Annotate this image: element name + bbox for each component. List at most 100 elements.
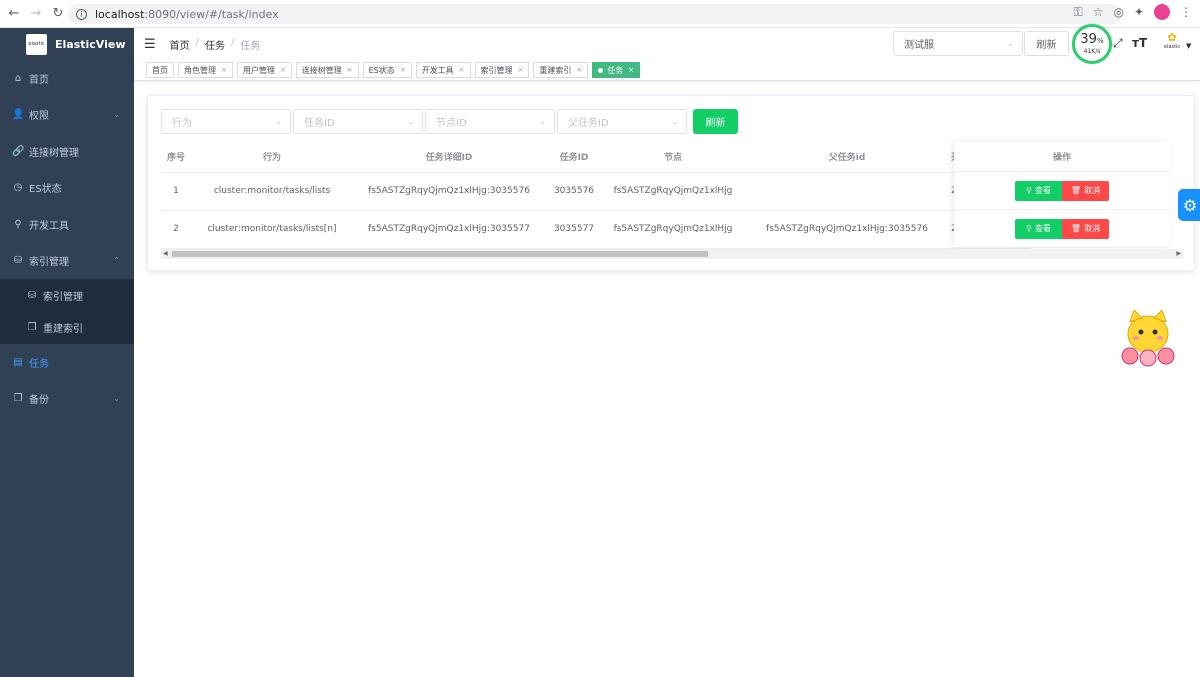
browser-actions: ⚿ ☆ ◎ ✦ ⋮ <box>1074 4 1192 20</box>
copy-icon: ❐ <box>27 322 37 334</box>
tag-item[interactable]: 索引管理 × <box>474 62 530 78</box>
scroll-right-icon[interactable]: ▶ <box>1176 249 1181 259</box>
cell-action: cluster:monitor/tasks/lists <box>191 172 353 211</box>
cell-task-id: 3035577 <box>545 210 603 249</box>
tag-item[interactable]: ES状态 × <box>362 62 412 78</box>
info-icon[interactable]: i <box>76 8 87 20</box>
forward-icon[interactable]: → <box>28 6 44 22</box>
close-icon[interactable]: × <box>459 66 465 74</box>
tag-item[interactable]: 任务 × <box>592 62 641 78</box>
sidebar-item[interactable]: ❐ 备份 ⌄ <box>0 381 134 418</box>
tag-item[interactable]: 连接树管理 × <box>295 62 359 78</box>
view-button[interactable]: ⚲ 查看 <box>1015 218 1062 239</box>
puzzle-icon[interactable]: ✦ <box>1134 5 1144 19</box>
scroll-left-icon[interactable]: ◀ <box>163 249 168 259</box>
close-icon[interactable]: × <box>518 66 524 74</box>
url-host: localhost <box>95 7 145 21</box>
breadcrumb-home[interactable]: 首页 <box>170 37 190 52</box>
header-refresh-button[interactable]: 刷新 <box>1024 31 1069 56</box>
sidebar-item[interactable]: ⛁ 索引管理 ⌃ <box>0 243 134 280</box>
refresh-button[interactable]: 刷新 <box>693 109 738 134</box>
cell-parent-id <box>743 172 951 211</box>
extension-badge-icon[interactable]: ◎ <box>1113 5 1123 19</box>
browser-toolbar: ← → ↻ i localhost:8090/view/#/task/index… <box>0 0 1200 28</box>
breadcrumb-current: 任务 <box>240 40 261 52</box>
more-icon[interactable]: ⋮ <box>1180 5 1192 19</box>
cell-detail-id: fs5ASTZgRqyQjmQz1xlHjg:3035577 <box>353 210 545 249</box>
sidebar-item-label: 重建索引 <box>43 324 83 336</box>
tags-view: 首页 角色管理 × 用户管理 × 连接树管理 × ES状态 × 开发工具 × 索引管理 × 重建索引 × 任务… <box>134 60 1200 81</box>
view-button[interactable]: ⚲ 查看 <box>1015 180 1062 201</box>
column-header: 序号 <box>161 142 191 173</box>
sidebar-item[interactable]: 🔗 连接树管理 <box>0 133 134 170</box>
scrollbar-thumb[interactable] <box>172 251 708 257</box>
close-icon[interactable]: × <box>280 66 286 74</box>
table-header-row: 序号 行为 任务详细ID 任务ID 节点 父任务id 开始 <box>161 142 1031 173</box>
node-id-select[interactable]: 节点ID ⌄ <box>425 109 555 134</box>
tag-label: 重建索引 <box>539 65 572 75</box>
close-icon[interactable]: × <box>628 66 634 74</box>
tag-item[interactable]: 用户管理 × <box>236 62 292 78</box>
sidebar-item-label: 备份 <box>29 395 49 407</box>
sidebar-item[interactable]: ⌂ 首页 <box>0 60 134 97</box>
sidebar-item-label: 开发工具 <box>29 220 69 232</box>
breadcrumb-task[interactable]: 任务 <box>205 37 225 52</box>
column-header: 父任务id <box>743 142 951 173</box>
action-select[interactable]: 行为 ⌄ <box>161 109 291 134</box>
sidebar-item-label: 权限 <box>29 111 49 123</box>
logo[interactable]: elastic ElasticView <box>0 28 134 60</box>
sidebar-item[interactable]: ◷ ES状态 <box>0 170 134 207</box>
search-icon: ⚲ <box>1026 224 1032 233</box>
tag-label: 用户管理 <box>242 65 275 75</box>
close-icon[interactable]: × <box>576 66 582 74</box>
fullscreen-icon[interactable]: ⤢ <box>1113 36 1123 51</box>
cell-task-id: 3035576 <box>545 172 603 211</box>
reload-icon[interactable]: ↻ <box>50 6 66 22</box>
caret-down-icon[interactable]: ▼ <box>1186 42 1191 50</box>
sidebar-item[interactable]: 👤 权限 ⌄ <box>0 97 134 134</box>
cell-action: cluster:monitor/tasks/lists[n] <box>191 210 353 249</box>
tag-item[interactable]: 角色管理 × <box>178 62 233 78</box>
sidebar-item[interactable]: ⚲ 开发工具 <box>0 206 134 243</box>
address-bar[interactable]: i localhost:8090/view/#/task/index <box>68 4 1122 24</box>
horizontal-scrollbar[interactable]: ◀ ▶ <box>161 249 1183 259</box>
sidebar-item[interactable]: ▤ 任务 <box>0 344 134 381</box>
cell-node: fs5ASTZgRqyQjmQz1xlHjg <box>603 210 743 249</box>
profile-avatar[interactable] <box>1154 4 1170 20</box>
parent-task-id-select[interactable]: 父任务ID ⌄ <box>557 109 687 134</box>
close-icon[interactable]: × <box>400 66 406 74</box>
sidebar-item[interactable]: ❐ 重建索引 <box>0 312 134 345</box>
cancel-button-label: 取消 <box>1084 186 1101 195</box>
star-icon[interactable]: ☆ <box>1093 5 1104 19</box>
task-id-select[interactable]: 任务ID ⌄ <box>293 109 423 134</box>
sidebar-item-label: 任务 <box>29 358 49 370</box>
database-icon: ⛁ <box>27 289 37 301</box>
tag-item[interactable]: 重建索引 × <box>533 62 589 78</box>
table-row-actions: ⚲ 查看 🗑 取消 <box>954 172 1170 210</box>
user-avatar[interactable]: ✿ elastic <box>1162 31 1182 57</box>
sidebar-item-label: 索引管理 <box>29 257 69 269</box>
link-icon: 🔗 <box>12 145 25 157</box>
sidebar-item-label: 首页 <box>29 74 49 86</box>
tag-item[interactable]: 首页 <box>146 62 174 78</box>
hamburger-icon[interactable]: ☰ <box>144 37 156 52</box>
close-icon[interactable]: × <box>347 66 353 74</box>
cancel-button[interactable]: 🗑 取消 <box>1062 180 1109 201</box>
view-button-label: 查看 <box>1034 224 1051 233</box>
key-icon[interactable]: ⚿ <box>1074 5 1083 20</box>
sidebar-item[interactable]: ⛁ 索引管理 <box>0 279 134 312</box>
sidebar-item-label: 连接树管理 <box>29 147 79 159</box>
mascot-cat-icon <box>1121 310 1175 367</box>
home-icon: ⌂ <box>14 72 22 84</box>
env-select[interactable]: 测试服 ⌄ <box>893 31 1023 56</box>
close-icon[interactable]: × <box>221 66 227 74</box>
back-icon[interactable]: ← <box>6 6 22 22</box>
tag-item[interactable]: 开发工具 × <box>415 62 471 78</box>
font-size-icon[interactable]: тT <box>1132 36 1147 50</box>
cell-index: 2 <box>161 210 191 249</box>
cancel-button[interactable]: 🗑 取消 <box>1062 218 1109 239</box>
cancel-button-label: 取消 <box>1084 224 1101 233</box>
search-icon: ⚲ <box>14 218 22 230</box>
sidebar: elastic ElasticView ⌂ 首页 👤 权限 ⌄ 🔗 连接树管理 ◷ ES状态 ⚲ 开… <box>0 28 134 677</box>
settings-gear-icon[interactable]: ⚙ <box>1178 189 1200 221</box>
